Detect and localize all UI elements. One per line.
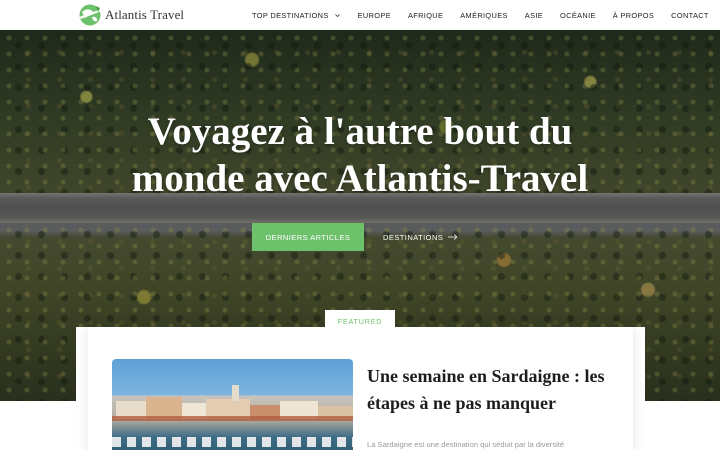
chevron-down-icon xyxy=(334,13,340,17)
harbor-boats xyxy=(112,437,353,447)
nav-item-oceanie[interactable]: OCÉANIE xyxy=(560,11,596,20)
featured-post-excerpt: La Sardaigne est une destination qui séd… xyxy=(367,440,565,449)
hero-title-line-2: monde avec Atlantis-Travel xyxy=(131,157,589,200)
nav-label: À PROPOS xyxy=(612,10,655,20)
nav-label: AFRIQUE xyxy=(407,10,444,20)
destinations-link[interactable]: DESTINATIONS xyxy=(383,223,458,251)
site-header: Atlantis Travel TOP DESTINATIONS EUROPE … xyxy=(0,0,720,30)
nav-item-contact[interactable]: CONTACT xyxy=(671,11,709,20)
nav-item-afrique[interactable]: AFRIQUE xyxy=(408,11,443,20)
nav-item-top-destinations[interactable]: TOP DESTINATIONS xyxy=(252,11,341,20)
nav-label: EUROPE xyxy=(357,10,391,20)
main-nav: TOP DESTINATIONS EUROPE AFRIQUE AMÉRIQUE… xyxy=(252,0,709,30)
featured-post-title[interactable]: Une semaine en Sardaigne : les étapes à … xyxy=(367,363,617,417)
globe-plane-icon xyxy=(79,4,102,26)
destinations-label: DESTINATIONS xyxy=(383,232,444,242)
hero-title: Voyagez à l'autre bout du monde avec Atl… xyxy=(0,108,720,202)
nav-label: CONTACT xyxy=(671,10,709,20)
nav-item-ameriques[interactable]: AMÉRIQUES xyxy=(460,11,508,20)
featured-post-image[interactable] xyxy=(112,359,353,450)
hero-title-line-1: Voyagez à l'autre bout du xyxy=(147,110,573,153)
church-tower xyxy=(232,385,239,401)
nav-label: OCÉANIE xyxy=(560,10,596,20)
rooftops xyxy=(112,416,353,421)
nav-item-europe[interactable]: EUROPE xyxy=(358,11,391,20)
nav-label: ASIE xyxy=(524,10,544,20)
latest-articles-button[interactable]: DERNIERS ARTICLES xyxy=(252,223,364,251)
nav-label: TOP DESTINATIONS xyxy=(252,10,329,20)
arrow-right-icon xyxy=(448,234,458,240)
nav-label: AMÉRIQUES xyxy=(460,10,508,20)
nav-item-asie[interactable]: ASIE xyxy=(525,11,543,20)
featured-post-card: Une semaine en Sardaigne : les étapes à … xyxy=(76,327,645,450)
nav-item-a-propos[interactable]: À PROPOS xyxy=(613,11,654,20)
brand-name: Atlantis Travel xyxy=(105,7,185,22)
site-logo[interactable]: Atlantis Travel xyxy=(76,3,184,27)
featured-badge: FEATURED xyxy=(325,310,395,332)
